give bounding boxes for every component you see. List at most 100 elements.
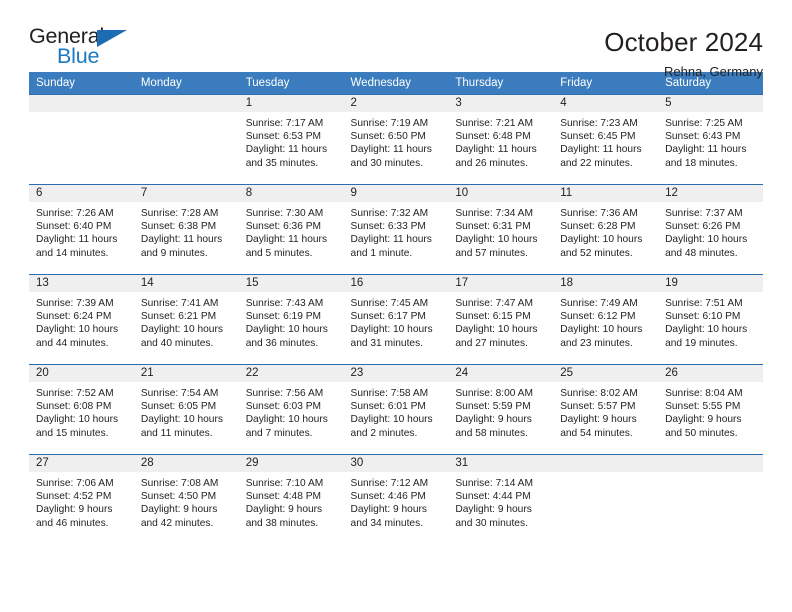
day-number: 20 <box>29 365 134 382</box>
day-number: 7 <box>133 185 239 202</box>
calendar-day-cell[interactable]: 19 Sunrise: 7:51 AM Sunset: 6:10 PM Dayligh… <box>658 274 763 365</box>
calendar-week-row: 20 Sunrise: 7:52 AM Sunset: 6:08 PM Dayligh… <box>29 364 763 455</box>
calendar-day-cell[interactable]: 2 Sunrise: 7:19 AM Sunset: 6:50 PM Daylight… <box>343 94 449 185</box>
calendar-week-row: 13 Sunrise: 7:39 AM Sunset: 6:24 PM Dayligh… <box>29 274 763 365</box>
calendar-day-cell[interactable]: 17 Sunrise: 7:47 AM Sunset: 6:15 PM Dayligh… <box>448 274 554 365</box>
calendar-day-cell[interactable]: 28 Sunrise: 7:08 AM Sunset: 4:50 PM Dayligh… <box>133 454 239 545</box>
daylight-duration-line2: and 14 minutes. <box>36 247 109 259</box>
calendar-day-cell[interactable]: 23 Sunrise: 7:58 AM Sunset: 6:01 PM Dayligh… <box>343 364 449 455</box>
calendar-day-cell[interactable]: 16 Sunrise: 7:45 AM Sunset: 6:17 PM Dayligh… <box>343 274 449 365</box>
sunrise-time: Sunrise: 7:58 AM <box>350 388 429 399</box>
day-number: 14 <box>133 275 239 292</box>
calendar-day-cell[interactable]: 24 Sunrise: 8:00 AM Sunset: 5:59 PM Dayligh… <box>448 364 554 455</box>
daylight-duration-line2: and 58 minutes. <box>455 427 528 439</box>
sunset-time: Sunset: 6:17 PM <box>350 311 426 323</box>
sunset-time: Sunset: 6:43 PM <box>665 131 741 143</box>
day-details: Sunrise: 7:28 AM Sunset: 6:38 PM Daylight:… <box>134 202 239 260</box>
day-details: Sunrise: 7:58 AM Sunset: 6:01 PM Daylight:… <box>344 382 449 440</box>
daylight-duration-line1: Daylight: 9 hours <box>560 414 637 426</box>
sunrise-time: Sunrise: 7:36 AM <box>560 208 638 219</box>
calendar-day-cell[interactable]: 7 Sunrise: 7:28 AM Sunset: 6:38 PM Daylight… <box>133 184 239 275</box>
day-number: 29 <box>238 455 344 472</box>
day-details: Sunrise: 7:51 AM Sunset: 6:10 PM Daylight:… <box>658 292 763 350</box>
sunset-time: Sunset: 6:21 PM <box>140 311 217 323</box>
day-number: 12 <box>658 185 763 202</box>
daylight-duration-line2: and 26 minutes. <box>455 157 528 169</box>
day-number: 4 <box>553 95 659 112</box>
sunset-time: Sunset: 4:48 PM <box>245 491 322 503</box>
daylight-duration-line1: Daylight: 10 hours <box>36 324 119 336</box>
calendar-day-cell[interactable]: 31 Sunrise: 7:14 AM Sunset: 4:44 PM Dayligh… <box>448 454 554 545</box>
calendar-day-cell[interactable]: 30 Sunrise: 7:12 AM Sunset: 4:46 PM Dayligh… <box>343 454 449 545</box>
calendar-day-cell[interactable]: 14 Sunrise: 7:41 AM Sunset: 6:21 PM Dayligh… <box>133 274 239 365</box>
title-block: October 2024 Rehna, Germany <box>604 26 763 79</box>
day-number: 28 <box>133 455 239 472</box>
page-title: October 2024 <box>604 27 763 57</box>
sunset-time: Sunset: 4:50 PM <box>140 491 217 503</box>
calendar-day-cell[interactable]: 29 Sunrise: 7:10 AM Sunset: 4:48 PM Dayligh… <box>238 454 344 545</box>
sunset-time: Sunset: 6:12 PM <box>560 311 636 323</box>
sunset-time: Sunset: 5:59 PM <box>455 401 531 413</box>
day-number: 15 <box>238 275 344 292</box>
calendar-day-cell[interactable]: 26 Sunrise: 8:04 AM Sunset: 5:55 PM Dayligh… <box>658 364 763 455</box>
daylight-duration-line2: and 31 minutes. <box>350 337 424 349</box>
calendar-day-cell-empty <box>133 94 239 185</box>
day-details: Sunrise: 7:23 AM Sunset: 6:45 PM Daylight:… <box>553 112 658 170</box>
day-number <box>29 95 134 112</box>
daylight-duration-line1: Daylight: 10 hours <box>140 324 223 336</box>
calendar-day-cell[interactable]: 8 Sunrise: 7:30 AM Sunset: 6:36 PM Daylight… <box>238 184 344 275</box>
daylight-duration-line1: Daylight: 11 hours <box>350 234 432 246</box>
sunrise-time: Sunrise: 7:17 AM <box>245 118 324 129</box>
sunset-time: Sunset: 6:48 PM <box>455 131 531 143</box>
day-details: Sunrise: 7:39 AM Sunset: 6:24 PM Daylight:… <box>29 292 134 350</box>
calendar-day-cell[interactable]: 1 Sunrise: 7:17 AM Sunset: 6:53 PM Daylight… <box>238 94 344 185</box>
calendar-week-row: 1 Sunrise: 7:17 AM Sunset: 6:53 PM Daylight… <box>29 94 763 185</box>
calendar-day-cell[interactable]: 11 Sunrise: 7:36 AM Sunset: 6:28 PM Dayligh… <box>553 184 659 275</box>
calendar-day-cell[interactable]: 22 Sunrise: 7:56 AM Sunset: 6:03 PM Dayligh… <box>238 364 344 455</box>
generalblue-logo[interactable]: General Blue <box>29 25 149 72</box>
calendar-day-cell[interactable]: 21 Sunrise: 7:54 AM Sunset: 6:05 PM Dayligh… <box>133 364 239 455</box>
sunrise-time: Sunrise: 7:12 AM <box>350 478 429 489</box>
calendar-day-cell[interactable]: 25 Sunrise: 8:02 AM Sunset: 5:57 PM Dayligh… <box>553 364 659 455</box>
daylight-duration-line2: and 34 minutes. <box>350 517 424 529</box>
daylight-duration-line1: Daylight: 11 hours <box>350 144 432 156</box>
calendar-day-cell[interactable]: 9 Sunrise: 7:32 AM Sunset: 6:33 PM Daylight… <box>343 184 449 275</box>
sunset-time: Sunset: 6:40 PM <box>36 221 112 233</box>
calendar-day-cell[interactable]: 4 Sunrise: 7:23 AM Sunset: 6:45 PM Daylight… <box>553 94 659 185</box>
calendar-day-cell[interactable]: 18 Sunrise: 7:49 AM Sunset: 6:12 PM Dayligh… <box>553 274 659 365</box>
calendar-day-cell[interactable]: 15 Sunrise: 7:43 AM Sunset: 6:19 PM Dayligh… <box>238 274 344 365</box>
daylight-duration-line2: and 11 minutes. <box>140 427 213 439</box>
day-number: 26 <box>658 365 763 382</box>
calendar-day-cell[interactable]: 3 Sunrise: 7:21 AM Sunset: 6:48 PM Daylight… <box>448 94 554 185</box>
day-details: Sunrise: 8:00 AM Sunset: 5:59 PM Daylight:… <box>448 382 553 440</box>
weekday-header-monday: Monday <box>133 72 239 95</box>
sunset-time: Sunset: 6:53 PM <box>245 131 322 143</box>
daylight-duration-line2: and 9 minutes. <box>140 247 208 259</box>
sunrise-time: Sunrise: 7:26 AM <box>36 208 114 219</box>
calendar-day-cell[interactable]: 12 Sunrise: 7:37 AM Sunset: 6:26 PM Dayligh… <box>658 184 763 275</box>
calendar-day-cell[interactable]: 13 Sunrise: 7:39 AM Sunset: 6:24 PM Dayligh… <box>29 274 134 365</box>
daylight-duration-line2: and 30 minutes. <box>455 517 528 529</box>
sunrise-time: Sunrise: 7:25 AM <box>665 118 743 129</box>
day-number <box>553 455 659 472</box>
daylight-duration-line1: Daylight: 9 hours <box>350 504 427 516</box>
daylight-duration-line2: and 23 minutes. <box>560 337 633 349</box>
daylight-duration-line2: and 27 minutes. <box>455 337 528 349</box>
sunrise-time: Sunrise: 7:10 AM <box>245 478 324 489</box>
daylight-duration-line1: Daylight: 10 hours <box>455 234 538 246</box>
calendar-day-cell[interactable]: 10 Sunrise: 7:34 AM Sunset: 6:31 PM Dayligh… <box>448 184 554 275</box>
day-number: 18 <box>553 275 659 292</box>
calendar-day-cell[interactable]: 20 Sunrise: 7:52 AM Sunset: 6:08 PM Dayligh… <box>29 364 134 455</box>
day-number <box>658 455 763 472</box>
calendar-day-cell[interactable]: 27 Sunrise: 7:06 AM Sunset: 4:52 PM Dayligh… <box>29 454 134 545</box>
daylight-duration-line1: Daylight: 11 hours <box>560 144 642 156</box>
sunset-time: Sunset: 6:19 PM <box>245 311 322 323</box>
daylight-duration-line2: and 46 minutes. <box>36 517 109 529</box>
sunrise-time: Sunrise: 7:43 AM <box>245 298 324 309</box>
calendar-day-cell[interactable]: 6 Sunrise: 7:26 AM Sunset: 6:40 PM Daylight… <box>29 184 134 275</box>
day-details: Sunrise: 7:47 AM Sunset: 6:15 PM Daylight:… <box>448 292 553 350</box>
calendar-day-cell[interactable]: 5 Sunrise: 7:25 AM Sunset: 6:43 PM Daylight… <box>658 94 763 185</box>
day-number: 5 <box>658 95 763 112</box>
daylight-duration-line1: Daylight: 10 hours <box>350 414 433 426</box>
sunset-time: Sunset: 6:26 PM <box>665 221 741 233</box>
